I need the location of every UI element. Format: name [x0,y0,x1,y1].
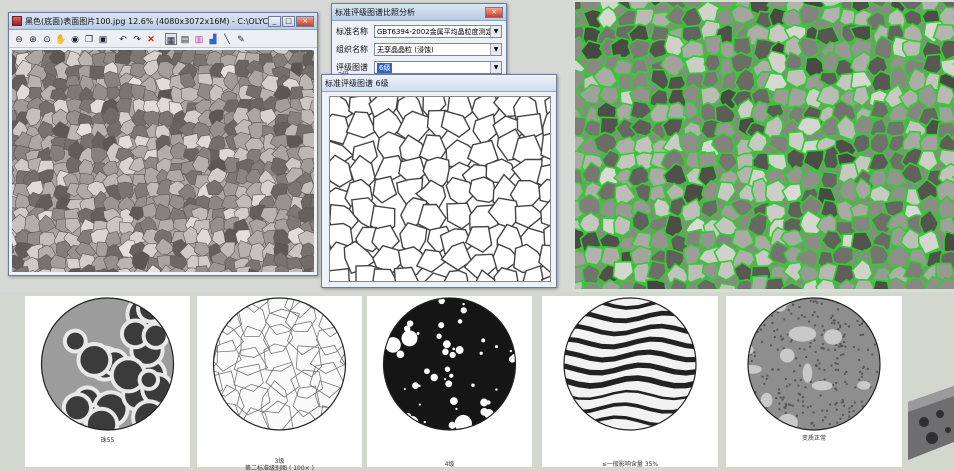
banded-structure-image [563,297,697,431]
specimen-3d-icon [908,386,954,460]
filter-icon[interactable]: ▤ [179,33,191,45]
structure-name-row: 组织名称 无孪晶晶粒 (浸蚀) ▼ [336,42,502,57]
dark-inclusion-image [382,297,517,431]
micrograph-image [12,50,314,272]
zoom-fit-icon[interactable]: ⊙ [41,33,53,45]
dialog-titlebar[interactable]: 标准评级图谱比照分析 × [332,4,506,21]
standard-name-select[interactable]: GBT6394-2002金属平均晶粒度测定方 ▼ [374,25,502,38]
structure-name-select[interactable]: 无孪晶晶粒 (浸蚀) ▼ [374,43,502,56]
undo-icon[interactable]: ↶ [117,33,129,45]
rating-chart-row: 评级图谱 6级 ▼ [336,60,502,75]
dialog-title: 标准评级图谱比照分析 [335,7,415,17]
dropdown-arrow-icon[interactable]: ▼ [490,44,501,55]
field-label: 标准名称 [336,27,368,36]
image-viewer-window: 黑色(底面)表面图片100.jpg 12.6% (4080x3072x16M) … [8,12,318,276]
reference-images-strip: 珠55 3级 第二标准级别图 ( 100× ) 4级 ≤一般影响含量 35% 变… [0,292,954,471]
rating-chart-select[interactable]: 6级 ▼ [374,61,502,74]
minimize-button[interactable]: _ [268,15,281,27]
grain-boundary-network [330,97,550,281]
delete-icon[interactable]: ✕ [145,33,157,45]
card-caption: 珠55 [100,437,115,444]
redo-icon[interactable]: ↷ [131,33,143,45]
measure-icon[interactable]: ╲ [221,33,233,45]
viewer-toolbar: ⊖ ⊕ ⊙ ✋ ◉ ❐ ▣ ↶ ↷ ✕ ▦ ▤ ▥ ▟ ╲ ✎ [9,30,317,48]
card-caption: 变质正常 [801,435,826,442]
close-button[interactable]: × [296,15,314,27]
card-caption: 第二标准级别图 ( 100× ) [245,465,314,471]
reference-card: 3级 第二标准级别图 ( 100× ) [197,296,362,471]
histogram-icon[interactable]: ▟ [207,33,219,45]
hand-icon[interactable]: ✋ [55,33,67,45]
card-caption: 4级 [444,461,455,468]
palette-icon[interactable]: ▥ [193,33,205,45]
save-icon[interactable]: ▣ [97,33,109,45]
grain-texture [12,50,314,272]
reference-card: 4级 [367,296,532,468]
grain-boundary-image [212,297,347,431]
detected-boundaries [575,2,954,289]
zoom-out-icon[interactable]: ⊖ [13,33,25,45]
app-icon [12,16,22,26]
copy-icon[interactable]: ❐ [83,33,95,45]
standard-chart-window: 标准评级图谱 6级 [321,74,557,288]
dropdown-arrow-icon[interactable]: ▼ [490,26,501,37]
zoom-in-icon[interactable]: ⊕ [27,33,39,45]
chart-window-title: 标准评级图谱 6级 [325,78,389,88]
reference-card: ≤一般影响含量 35% [542,296,718,468]
viewer-title: 黑色(底面)表面图片100.jpg 12.6% (4080x3072x16M) … [25,16,268,26]
screenshot-canvas: 黑色(底面)表面图片100.jpg 12.6% (4080x3072x16M) … [0,0,954,471]
zoom-area-icon[interactable]: ◉ [69,33,81,45]
dialog-close-button[interactable]: × [485,6,503,18]
standard-name-row: 标准名称 GBT6394-2002金属平均晶粒度测定方 ▼ [336,24,502,39]
chart-window-titlebar[interactable]: 标准评级图谱 6级 [322,75,556,92]
reference-card: 珠55 [25,296,190,467]
viewer-titlebar[interactable]: 黑色(底面)表面图片100.jpg 12.6% (4080x3072x16M) … [9,13,317,30]
dropdown-arrow-icon[interactable]: ▼ [490,62,501,73]
reference-card: 变质正常 [726,296,902,467]
field-label: 组织名称 [336,45,368,54]
grid-icon[interactable]: ▦ [165,32,177,45]
window-controls: _ □ × [268,15,314,27]
brush-icon[interactable]: ✎ [235,33,247,45]
card-caption: ≤一般影响含量 35% [601,461,659,468]
maximize-button[interactable]: □ [282,15,295,27]
grain-detection-overlay [575,2,954,289]
grain-boundary-chart [329,96,551,282]
